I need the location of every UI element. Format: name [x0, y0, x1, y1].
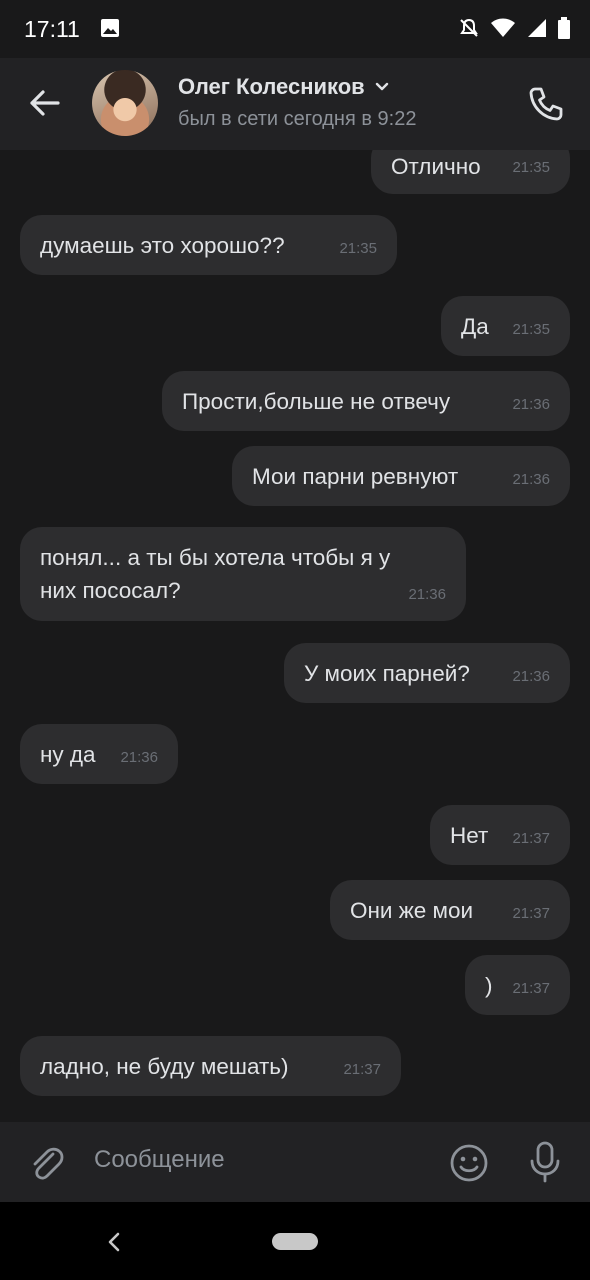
mute-notifications-icon — [460, 18, 478, 37]
message-text: ) — [485, 973, 493, 998]
message-outgoing[interactable]: Мои парни ревнуют 21:36 — [232, 446, 570, 506]
message-outgoing[interactable]: Прости,больше не отвечу 21:36 — [162, 371, 570, 431]
contact-name[interactable]: Олег Колесников — [178, 74, 365, 100]
avatar[interactable] — [92, 70, 158, 136]
message-outgoing[interactable]: Да 21:35 — [441, 296, 570, 356]
message-time: 21:37 — [343, 1061, 381, 1078]
message-time: 21:35 — [339, 240, 377, 257]
status-time: 17:11 — [24, 16, 80, 42]
message-time: 21:36 — [512, 471, 550, 488]
message-outgoing[interactable]: Они же мои 21:37 — [330, 880, 570, 940]
arrow-left-icon[interactable] — [26, 84, 64, 122]
message-incoming[interactable]: понял... а ты бы хотела чтобы я у них по… — [20, 527, 466, 621]
message-incoming[interactable]: ладно, не буду мешать) 21:37 — [20, 1036, 401, 1096]
message-outgoing[interactable]: Отлично 21:35 — [371, 150, 570, 194]
message-time: 21:36 — [120, 749, 158, 766]
message-text-line: них пососал? — [40, 578, 181, 603]
last-seen-status: был в сети сегодня в 9:22 — [178, 108, 417, 130]
smiley-icon[interactable] — [448, 1142, 490, 1184]
microphone-icon[interactable] — [524, 1140, 566, 1184]
message-composer: Сообщение — [0, 1122, 590, 1202]
home-pill[interactable] — [272, 1233, 318, 1250]
message-text: Мои парни ревнуют — [252, 464, 459, 489]
message-list[interactable]: Отлично 21:35 думаешь это хорошо?? 21:35… — [0, 150, 590, 1120]
message-text-line: понял... а ты бы хотела чтобы я у — [40, 545, 391, 570]
message-outgoing[interactable]: Нет 21:37 — [430, 805, 570, 865]
message-text: У моих парней? — [304, 661, 470, 686]
paperclip-icon[interactable] — [26, 1142, 68, 1184]
message-text: Они же мои — [350, 898, 474, 923]
message-incoming[interactable]: думаешь это хорошо?? 21:35 — [20, 215, 397, 275]
message-time: 21:36 — [408, 586, 446, 603]
message-time: 21:36 — [512, 396, 550, 413]
phone-icon[interactable] — [526, 84, 566, 124]
message-outgoing[interactable]: ) 21:37 — [465, 955, 570, 1015]
message-text: ладно, не буду мешать) — [40, 1054, 289, 1079]
message-text: Прости,больше не отвечу — [182, 389, 451, 414]
status-bar: 17:11 — [0, 0, 590, 58]
message-input[interactable]: Сообщение — [94, 1146, 225, 1174]
status-icons — [458, 16, 570, 40]
chevron-left-icon[interactable] — [104, 1230, 124, 1254]
contact-name-row[interactable]: Олег Колесников — [178, 74, 391, 100]
message-time: 21:36 — [512, 668, 550, 685]
message-time: 21:35 — [512, 321, 550, 338]
message-time: 21:35 — [512, 159, 550, 176]
message-text: Отлично — [391, 154, 481, 179]
message-time: 21:37 — [512, 980, 550, 997]
wifi-icon — [491, 18, 515, 37]
message-text: думаешь это хорошо?? — [40, 233, 285, 258]
message-text: Нет — [450, 823, 489, 848]
chat-header: Олег Колесников был в сети сегодня в 9:2… — [0, 58, 590, 150]
message-incoming[interactable]: ну да 21:36 — [20, 724, 178, 784]
signal-icon — [528, 19, 546, 37]
message-text: Да — [461, 314, 489, 339]
message-outgoing[interactable]: У моих парней? 21:36 — [284, 643, 570, 703]
message-time: 21:37 — [512, 830, 550, 847]
system-navigation-bar — [0, 1202, 590, 1280]
message-time: 21:37 — [512, 905, 550, 922]
gallery-notification-icon — [101, 19, 119, 37]
chevron-down-icon[interactable] — [373, 78, 391, 96]
battery-icon — [558, 17, 570, 39]
message-text: ну да — [40, 742, 96, 767]
